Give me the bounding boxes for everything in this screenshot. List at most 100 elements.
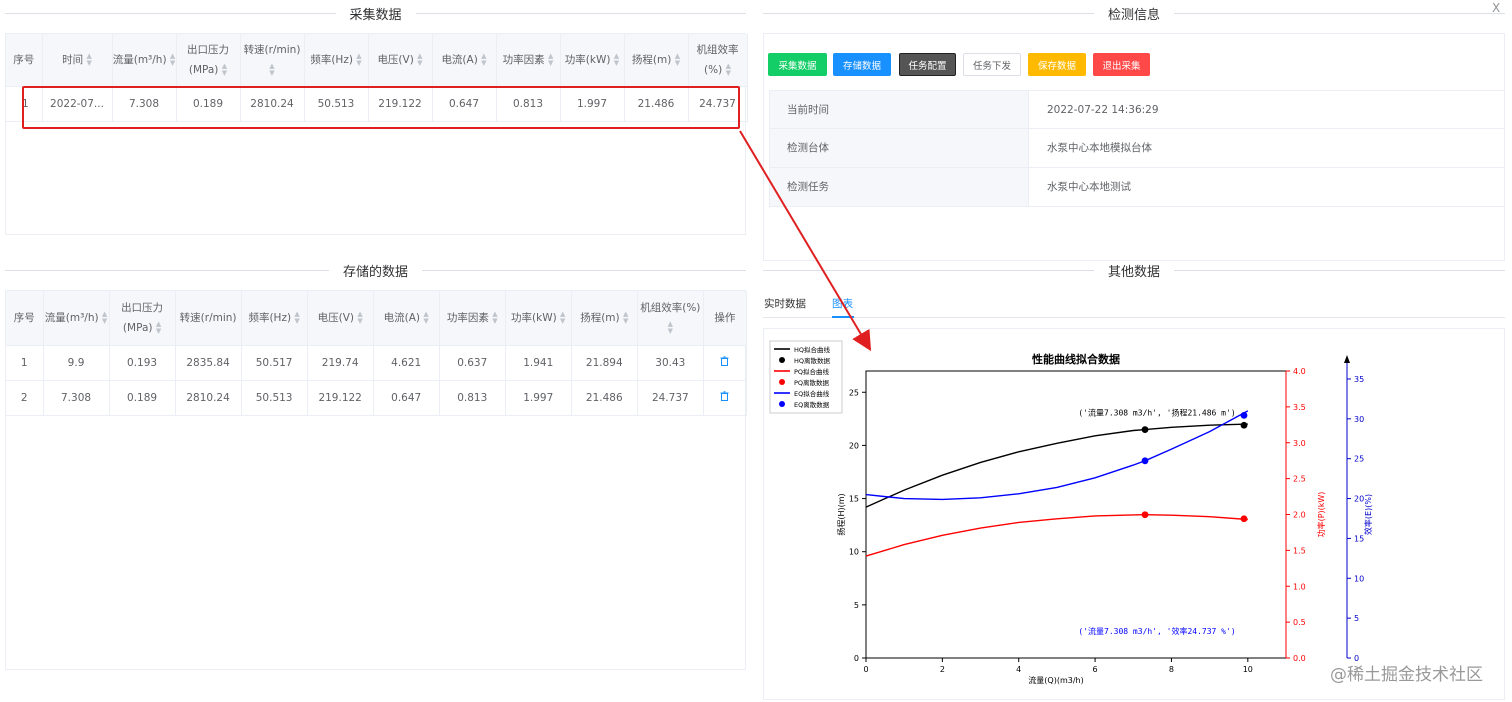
series-point — [1141, 426, 1149, 434]
collect-col-header[interactable]: 功率(kW) ▲ ▼ — [560, 34, 625, 87]
stored-col-header[interactable]: 出口压力(MPa) ▲ ▼ — [109, 291, 176, 346]
sort-icon[interactable]: ▲ ▼ — [170, 52, 175, 67]
collect-col-header[interactable]: 出口压力(MPa) ▲ ▼ — [176, 34, 241, 87]
table-cell: 24.737 — [637, 380, 704, 416]
table-cell: 1 — [6, 345, 44, 381]
x-axis-label: 流量(Q)(m3/h) — [1028, 675, 1083, 685]
detect-button[interactable]: 退出采集 — [1093, 53, 1150, 76]
sort-icon[interactable]: ▲ ▼ — [726, 62, 731, 77]
stored-col-header: 操作 — [703, 291, 748, 346]
table-row[interactable]: 1 9.9 0.193 2835.84 50.517 219.74 4.621 0.637 1.… — [6, 345, 748, 381]
y2-axis-label-power: 功率(P)(kW) — [1316, 492, 1326, 538]
tab-chart[interactable]: 图表 — [832, 296, 853, 311]
stored-col-label: 功率(kW) — [511, 311, 557, 324]
collect-col-header[interactable]: 电压(V) ▲ ▼ — [368, 34, 433, 87]
table-cell: 30.43 — [637, 345, 704, 381]
sort-icon[interactable]: ▲ ▼ — [560, 310, 565, 325]
y2-tick-label: 1.0 — [1293, 582, 1306, 591]
sort-icon[interactable]: ▲ ▼ — [481, 52, 486, 67]
collect-col-label: 电流(A) — [441, 53, 478, 66]
detect-section-title: 检测信息 — [763, 5, 1506, 23]
collect-col-label: 时间 — [62, 53, 84, 66]
collect-col-header[interactable]: 机组效率(%) ▲ ▼ — [688, 34, 748, 87]
stored-col-header[interactable]: 电压(V) ▲ ▼ — [307, 291, 374, 346]
sort-icon[interactable]: ▲ ▼ — [102, 310, 107, 325]
y-tick-label: 15 — [849, 495, 859, 504]
stored-col-label: 转速(r/min) — [179, 311, 237, 324]
stored-col-header[interactable]: 频率(Hz) ▲ ▼ — [241, 291, 308, 346]
collect-col-label: 机组效率(%) — [696, 43, 739, 76]
y3-tick-label: 35 — [1354, 375, 1364, 384]
sort-icon[interactable]: ▲ ▼ — [668, 320, 673, 335]
sort-icon[interactable]: ▲ ▼ — [269, 62, 274, 77]
stored-col-label: 操作 — [714, 311, 736, 324]
sort-icon[interactable]: ▲ ▼ — [675, 52, 680, 67]
sort-icon[interactable]: ▲ ▼ — [357, 310, 362, 325]
collect-col-label: 转速(r/min) — [243, 43, 301, 56]
stored-col-header[interactable]: 扬程(m) ▲ ▼ — [571, 291, 638, 346]
delete-icon[interactable] — [720, 356, 729, 369]
sort-icon[interactable]: ▲ ▼ — [294, 310, 299, 325]
close-icon[interactable]: X — [1492, 1, 1500, 15]
table-cell: 219.74 — [307, 345, 374, 381]
collect-col-label: 流量(m³/h) — [112, 53, 167, 66]
legend-label: EQ离散数据 — [794, 400, 830, 409]
table-cell: 2810.24 — [175, 380, 242, 416]
stored-col-header[interactable]: 流量(m³/h) ▲ ▼ — [43, 291, 110, 346]
sort-icon[interactable]: ▲ ▼ — [86, 52, 91, 67]
stored-col-header[interactable]: 机组效率(%) ▲ ▼ — [637, 291, 704, 346]
detect-button[interactable]: 任务配置 — [899, 53, 956, 76]
collect-col-label: 扬程(m) — [631, 53, 672, 66]
y-tick-label: 10 — [849, 548, 859, 557]
tab-realtime[interactable]: 实时数据 — [764, 296, 806, 311]
stored-title: 存储的数据 — [343, 264, 409, 280]
detect-button[interactable]: 保存数据 — [1028, 53, 1086, 76]
detect-title: 检测信息 — [1108, 7, 1161, 23]
y3-tick-label: 20 — [1354, 495, 1364, 504]
legend-dot-swatch — [779, 379, 785, 385]
collect-col-header[interactable]: 转速(r/min) ▲ ▼ — [240, 34, 305, 87]
table-row[interactable]: 2 7.308 0.189 2810.24 50.513 219.122 0.647 0.81… — [6, 380, 748, 416]
sort-icon[interactable]: ▲ ▼ — [156, 320, 161, 335]
sort-icon[interactable]: ▲ ▼ — [548, 52, 553, 67]
sort-icon[interactable]: ▲ ▼ — [222, 62, 227, 77]
y-tick-label: 25 — [849, 388, 859, 397]
collect-section-title: 采集数据 — [5, 5, 747, 23]
action-cell — [703, 345, 748, 381]
sort-icon[interactable]: ▲ ▼ — [423, 310, 428, 325]
highlight-box — [22, 86, 740, 129]
legend-dot-swatch — [779, 357, 785, 363]
stored-col-header: 转速(r/min) — [175, 291, 242, 346]
y2-tick-label: 4.0 — [1293, 367, 1306, 376]
collect-col-label: 序号 — [13, 53, 35, 66]
collect-col-header[interactable]: 时间 ▲ ▼ — [42, 34, 113, 87]
sort-icon[interactable]: ▲ ▼ — [417, 52, 422, 67]
sort-icon[interactable]: ▲ ▼ — [614, 52, 619, 67]
collect-col-header[interactable]: 扬程(m) ▲ ▼ — [624, 34, 689, 87]
y-axis-label-head: 扬程(H)(m) — [836, 493, 846, 535]
detect-button[interactable]: 采集数据 — [768, 53, 827, 76]
stored-col-header[interactable]: 电流(A) ▲ ▼ — [373, 291, 440, 346]
stored-col-label: 机组效率(%) — [640, 301, 701, 314]
detect-button[interactable]: 存储数据 — [833, 53, 891, 76]
collect-col-header[interactable]: 电流(A) ▲ ▼ — [432, 34, 497, 87]
chart-title: 性能曲线拟合数据 — [1032, 352, 1120, 366]
stored-col-header[interactable]: 功率因素 ▲ ▼ — [439, 291, 506, 346]
sort-icon[interactable]: ▲ ▼ — [356, 52, 361, 67]
stored-col-label: 电压(V) — [317, 311, 354, 324]
stored-col-header[interactable]: 功率(kW) ▲ ▼ — [505, 291, 572, 346]
y2-tick-label: 0.5 — [1293, 618, 1306, 627]
collect-col-label: 功率因素 — [502, 53, 545, 66]
table-cell: 21.486 — [571, 380, 638, 416]
delete-icon[interactable] — [720, 391, 729, 404]
stored-section-title: 存储的数据 — [5, 262, 747, 280]
table-cell: 2835.84 — [175, 345, 242, 381]
detect-button[interactable]: 任务下发 — [963, 53, 1021, 76]
sort-icon[interactable]: ▲ ▼ — [492, 310, 497, 325]
collect-col-header[interactable]: 频率(Hz) ▲ ▼ — [304, 34, 369, 87]
series-point — [1141, 457, 1149, 465]
x-tick-label: 6 — [1093, 665, 1098, 674]
collect-col-header[interactable]: 功率因素 ▲ ▼ — [496, 34, 561, 87]
collect-col-header[interactable]: 流量(m³/h) ▲ ▼ — [112, 34, 177, 87]
sort-icon[interactable]: ▲ ▼ — [623, 310, 628, 325]
